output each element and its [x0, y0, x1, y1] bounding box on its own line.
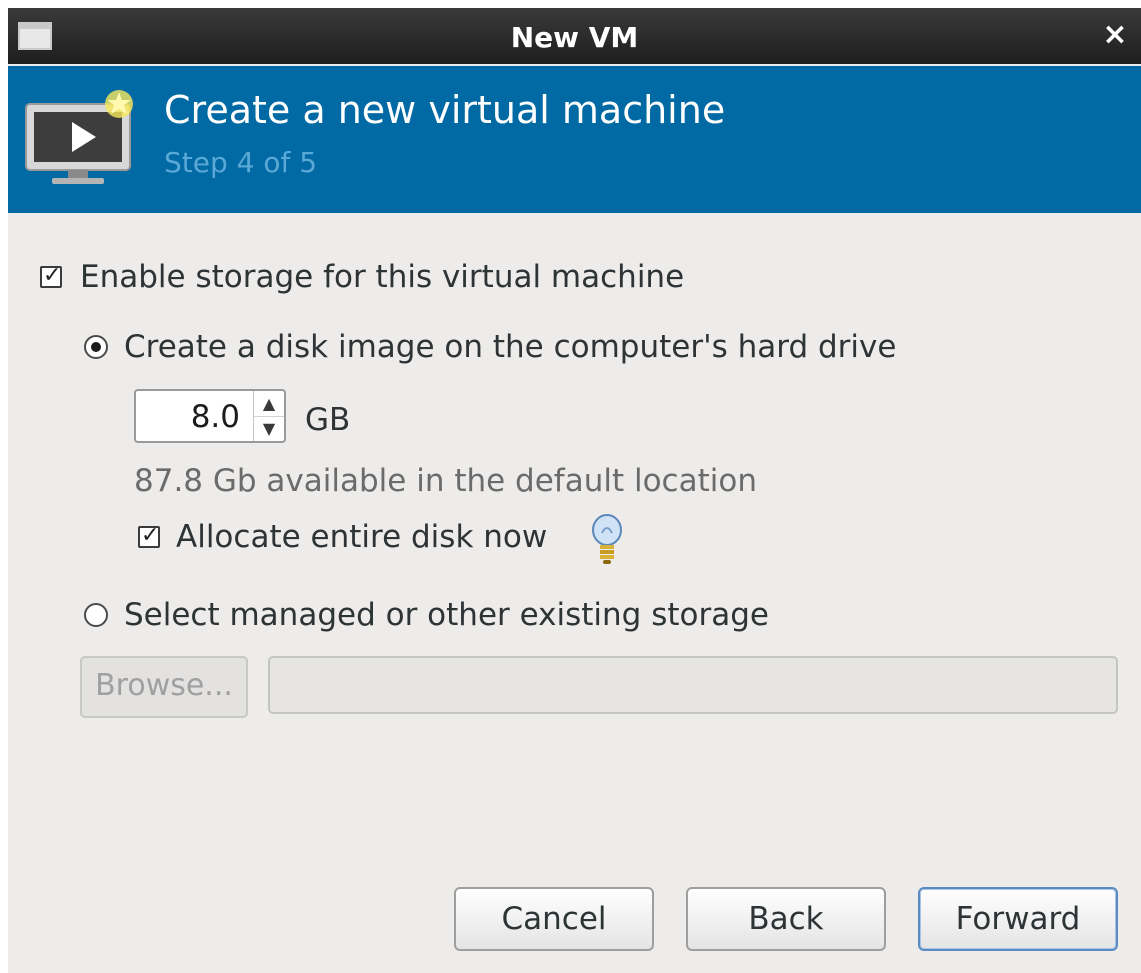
back-button[interactable]: Back: [686, 887, 886, 951]
select-existing-row[interactable]: Select managed or other existing storage: [84, 597, 769, 633]
checkmark-icon: ✓: [43, 263, 62, 288]
close-button[interactable]: ×: [1101, 20, 1129, 50]
storage-page: ✓ Enable storage for this virtual machin…: [8, 213, 1141, 973]
wizard-header: Create a new virtual machine Step 4 of 5: [8, 66, 1141, 213]
wizard-title: Create a new virtual machine: [164, 88, 726, 132]
wizard-step: Step 4 of 5: [164, 146, 318, 179]
forward-button[interactable]: Forward: [918, 887, 1118, 951]
select-existing-radio[interactable]: [84, 603, 108, 627]
create-disk-label: Create a disk image on the computer's ha…: [124, 329, 897, 365]
window-title: New VM: [510, 21, 639, 54]
enable-storage-label: Enable storage for this virtual machine: [80, 259, 685, 295]
allocate-disk-row[interactable]: ✓ Allocate entire disk now: [138, 519, 547, 555]
disk-size-unit: GB: [305, 402, 351, 438]
spinner-arrows: ▲ ▼: [253, 391, 284, 441]
lightbulb-icon: [592, 514, 622, 564]
disk-size-value[interactable]: 8.0: [191, 399, 240, 435]
title-bar[interactable]: New VM ×: [8, 8, 1141, 64]
create-disk-row[interactable]: Create a disk image on the computer's ha…: [84, 329, 896, 365]
enable-storage-checkbox[interactable]: ✓: [40, 263, 62, 288]
new-vm-dialog: New VM × Create a new virtual machine St…: [8, 8, 1141, 973]
allocate-disk-checkbox[interactable]: ✓: [138, 523, 160, 548]
enable-storage-row[interactable]: ✓ Enable storage for this virtual machin…: [40, 259, 684, 295]
create-disk-radio[interactable]: [84, 335, 108, 359]
select-existing-label: Select managed or other existing storage: [124, 597, 769, 633]
disk-size-spinner[interactable]: 8.0 ▲ ▼: [134, 389, 286, 443]
spin-up-icon[interactable]: ▲: [254, 391, 284, 417]
available-space-text: 87.8 Gb available in the default locatio…: [134, 463, 757, 499]
radio-selected-dot: [91, 342, 101, 352]
storage-path-field[interactable]: [268, 656, 1118, 714]
cancel-button[interactable]: Cancel: [454, 887, 654, 951]
browse-button[interactable]: Browse...: [80, 656, 248, 718]
checkmark-icon: ✓: [141, 523, 160, 548]
spin-down-icon[interactable]: ▼: [254, 416, 284, 441]
allocate-disk-label: Allocate entire disk now: [176, 519, 548, 555]
new-vm-monitor-icon: [25, 90, 133, 184]
